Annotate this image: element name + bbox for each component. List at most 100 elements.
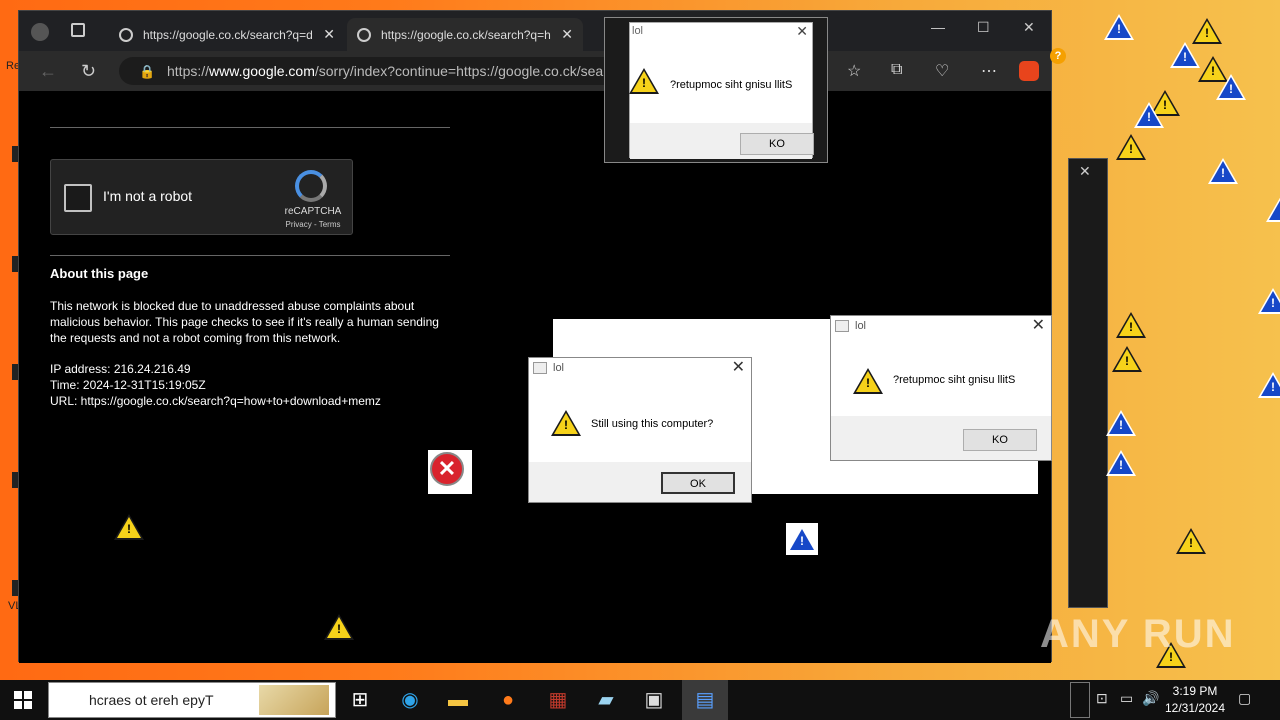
network-icon[interactable]: ⊡ [1096,690,1108,707]
warning-icon: ! [1106,450,1136,476]
close-icon[interactable]: ✕ [796,23,808,40]
windows-start-icon[interactable] [14,691,32,709]
warning-icon: ! [1192,18,1222,44]
error-icon: ✕ [430,452,464,486]
warning-icon: ! [1258,372,1280,398]
close-icon[interactable]: ✕ [1079,163,1091,180]
warning-icon: ! [1116,312,1146,338]
warning-icon: ! [114,514,144,540]
dialog-titlebar: lol ✕ [831,316,1051,342]
url-line: URL: https://google.co.ck/search?q=how+t… [50,394,381,408]
warning-icon: ! [551,410,581,436]
divider [50,127,450,128]
clock-time: 3:19 PM [1172,684,1218,698]
file-explorer-icon[interactable]: ▬ [446,688,470,712]
app-icon[interactable]: ▣ [642,688,666,712]
clock[interactable]: 3:19 PM 12/31/2024 [1158,683,1232,717]
ko-button[interactable]: KO [740,133,814,155]
refresh-icon[interactable]: ↻ [81,61,96,82]
search-highlight-image [259,685,329,715]
favorites-icon[interactable]: ☆ [847,61,861,81]
active-app-icon[interactable]: ▤ [682,680,728,720]
close-window-icon[interactable]: ✕ [1023,19,1035,36]
help-icon: ? [1050,48,1066,64]
ok-button[interactable]: OK [661,472,735,494]
back-icon[interactable]: ← [39,61,57,82]
volume-icon[interactable]: 🔊 [1142,690,1159,707]
tab-title: https://google.co.ck/search?q=d [143,27,313,42]
warning-icon: ! [324,614,354,640]
tab-1[interactable]: https://google.co.ck/search?q=d ✕ [109,18,345,51]
about-title: About this page [50,266,149,281]
recaptcha-checkbox[interactable] [64,184,92,212]
dialog-title: lol [632,25,644,37]
profile-icon[interactable] [31,23,49,41]
edge-icon[interactable]: ◉ [398,688,422,712]
dialog-message: ?retupmoc siht gnisu llitS [893,374,1016,386]
recaptcha-logo-icon [295,170,327,202]
warning-icon: ! [853,368,883,394]
warning-icon: ! [629,68,659,94]
error-icon-box: ✕ [428,450,472,494]
google-icon [119,27,133,42]
taskbar-search[interactable]: hcraes ot ereh epyT [48,682,336,718]
minimize-icon[interactable]: — [931,19,945,35]
divider [50,255,450,256]
recaptcha-brand: reCAPTCHA [284,206,342,217]
ko-button[interactable]: KO [963,429,1037,451]
recaptcha-terms-link[interactable]: Privacy - Terms [283,220,343,229]
warning-icon: ! [1112,346,1142,372]
dialog-message: ?retupmoc siht gnisu llitS [670,79,793,91]
lock-icon[interactable]: 🔒 [139,64,155,80]
warning-icon: ! [1170,42,1200,68]
tab-actions-icon[interactable] [71,23,85,37]
dialog-titlebar: lol ✕ [529,358,751,384]
dialog-title: lol [553,362,565,374]
warning-icon: ! [1116,134,1146,160]
warning-icon: ! [1106,410,1136,436]
tab-bar: https://google.co.ck/search?q=d ✕ https:… [19,11,1051,51]
about-text: This network is blocked due to unaddress… [50,299,439,345]
recaptcha-label: I'm not a robot [103,188,193,204]
winrar-icon[interactable]: ▦ [546,688,570,712]
ip-address: IP address: 216.24.216.49 [50,362,191,376]
warning-icon: ! [1104,14,1134,40]
app-icon [835,320,849,332]
warning-icon: ! [1266,196,1280,222]
warning-icon: ! [1176,528,1206,554]
time: Time: 2024-12-31T15:19:05Z [50,378,206,392]
task-view-icon[interactable]: ⊞ [348,688,372,712]
tray-overflow[interactable] [1070,682,1090,718]
more-icon[interactable]: ⋯ [981,61,997,81]
collections-icon[interactable]: ⧉ [891,61,902,79]
google-icon [357,27,371,42]
watermark: ANY RUN [1040,612,1236,656]
tab-title: https://google.co.ck/search?q=h [381,27,551,42]
notepad-icon[interactable]: ▰ [594,688,618,712]
health-icon[interactable]: ♡ [935,61,949,81]
dialog-message: Still using this computer? [591,418,714,430]
close-tab-icon[interactable]: ✕ [323,26,335,43]
notification-icon[interactable]: ▢ [1238,690,1251,707]
copilot-icon[interactable] [1019,61,1039,81]
message-dialog: lol ✕ ?retupmoc siht gnisu llitS ! KO [830,315,1052,461]
dialog-title: lol [855,320,867,332]
app-icon [533,362,547,374]
taskbar: hcraes ot ereh epyT ⊞ ◉ ▬ ● ▦ ▰ ▣ ▤ ⊡ ▭ … [0,680,1280,720]
warning-icon: ! [1134,102,1164,128]
message-dialog: lol ✕ ?retupmoc siht gnisu llitS KO ! [604,17,828,163]
warning-icon: ! [1216,74,1246,100]
maximize-icon[interactable]: ☐ [977,19,990,36]
warning-icon: ! [1258,288,1280,314]
close-icon[interactable]: ✕ [1032,316,1045,336]
tab-2[interactable]: https://google.co.ck/search?q=h ✕ [347,18,583,51]
warning-icon: ! [1208,158,1238,184]
message-dialog: lol ✕ Still using this computer? ! OK [528,357,752,503]
close-icon[interactable]: ✕ [732,358,745,378]
firefox-icon[interactable]: ● [496,688,520,712]
background-window: ✕ [1068,158,1108,608]
icon-box: ! [786,523,818,555]
display-icon[interactable]: ▭ [1120,690,1133,707]
recaptcha-widget: I'm not a robot reCAPTCHA Privacy - Term… [50,159,353,235]
close-tab-icon[interactable]: ✕ [561,26,573,43]
